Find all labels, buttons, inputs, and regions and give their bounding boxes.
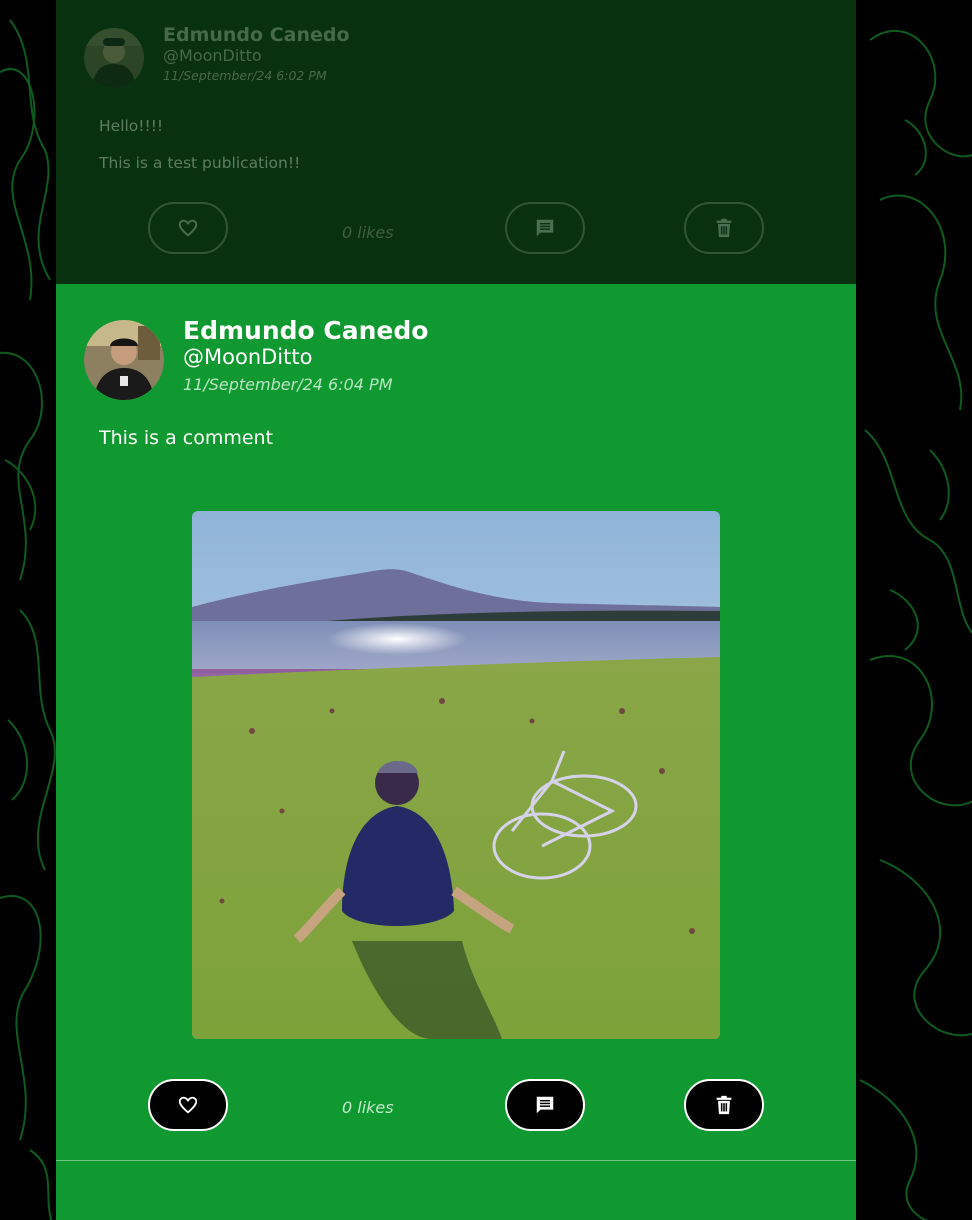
likes-count: 0 likes: [342, 1098, 394, 1117]
delete-button[interactable]: [684, 1079, 764, 1131]
heart-icon: [178, 219, 198, 237]
post-text-line: Hello!!!!: [99, 117, 164, 135]
post-date: 11/September/24 6:02 PM: [163, 68, 327, 83]
post-text-line: This is a test publication!!: [99, 154, 301, 172]
likes-count: 0 likes: [342, 223, 394, 242]
comment-icon: [536, 219, 554, 237]
author-name[interactable]: Edmundo Canedo: [163, 24, 350, 46]
delete-button[interactable]: [684, 202, 764, 254]
comment-text: This is a comment: [99, 427, 274, 449]
comment-icon: [536, 1096, 554, 1114]
post-thread: Edmundo Canedo @MoonDitto 11/September/2…: [56, 0, 856, 1220]
like-button[interactable]: [148, 1079, 228, 1131]
author-handle[interactable]: @MoonDitto: [163, 46, 262, 65]
parent-post: Edmundo Canedo @MoonDitto 11/September/2…: [56, 0, 856, 284]
comment-date: 11/September/24 6:04 PM: [183, 375, 393, 394]
trash-icon: [716, 218, 732, 238]
comment-button[interactable]: [505, 1079, 585, 1131]
author-avatar[interactable]: [84, 320, 164, 400]
comment-card: Edmundo Canedo @MoonDitto 11/September/2…: [56, 284, 856, 1160]
comment-button[interactable]: [505, 202, 585, 254]
heart-icon: [178, 1096, 198, 1114]
like-button[interactable]: [148, 202, 228, 254]
author-avatar[interactable]: [84, 28, 144, 88]
next-card: [56, 1161, 856, 1220]
author-handle[interactable]: @MoonDitto: [183, 345, 312, 369]
author-name[interactable]: Edmundo Canedo: [183, 316, 428, 345]
trash-icon: [716, 1095, 732, 1115]
comment-photo[interactable]: [192, 511, 720, 1039]
